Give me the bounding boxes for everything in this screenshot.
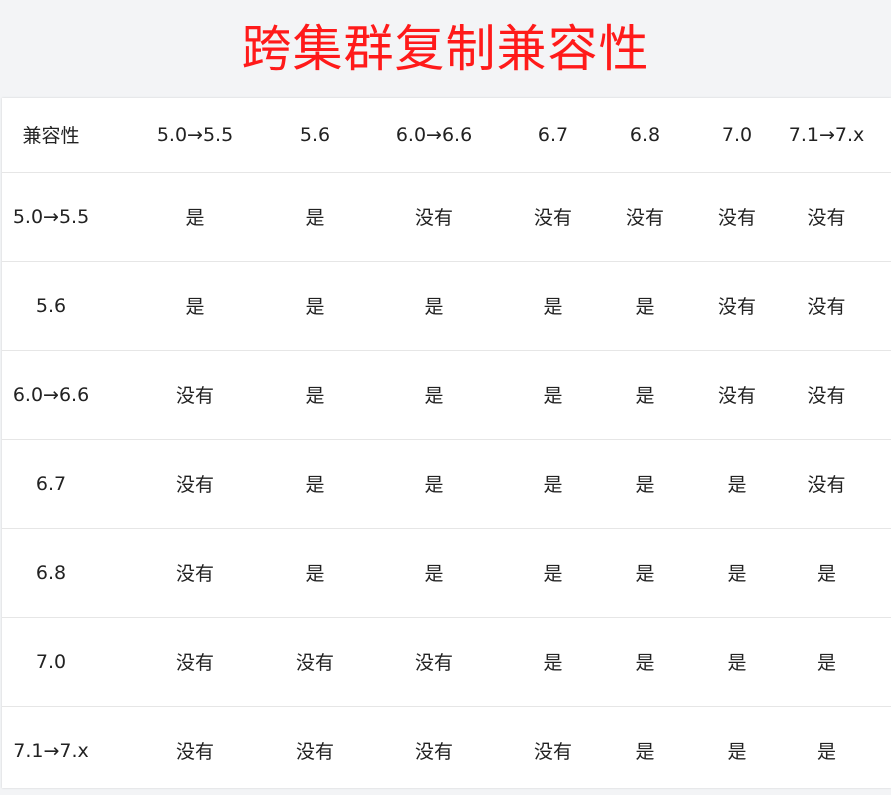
table-row: 7.1→7.x 没有 没有 没有 没有 是 是 是 — [2, 706, 891, 795]
table-cell: 是 — [578, 261, 712, 351]
header-row: 兼容性 5.0→5.5 5.6 6.0→6.6 6.7 6.8 7.0 7.1→… — [2, 98, 891, 173]
table-cell: 是 — [727, 741, 747, 764]
table-cell: 是 — [762, 617, 891, 707]
table-row: 5.6 是 是 是 是 是 没有 没有 — [2, 261, 891, 351]
table-cell: 没有 — [100, 617, 290, 707]
table-cell: 是 — [528, 261, 578, 351]
table-cell: 是 — [528, 617, 578, 707]
table-cell: 是 — [528, 439, 578, 529]
table-cell: 是 — [578, 528, 712, 618]
table-cell: 没有 — [712, 350, 762, 440]
table-cell: 没有 — [712, 172, 762, 262]
title-bar: 跨集群复制兼容性 — [0, 0, 891, 98]
table-cell: 是 — [635, 741, 655, 764]
table-cell: 是 — [578, 617, 712, 707]
table-cell: 是 — [290, 350, 340, 440]
table-row: 7.0 没有 没有 没有 是 是 是 是 — [2, 617, 891, 707]
table-cell: 没有 — [762, 350, 891, 440]
page: 跨集群复制兼容性 兼容性 5.0→5.5 5.6 6.0→6.6 6.7 6.8… — [0, 0, 891, 792]
table-cell: 是 — [340, 261, 528, 351]
compatibility-table: 兼容性 5.0→5.5 5.6 6.0→6.6 6.7 6.8 7.0 7.1→… — [2, 98, 891, 795]
table-cell: 是 — [340, 528, 528, 618]
table-cell: 是 — [578, 439, 712, 529]
table-cell: 是 — [578, 350, 712, 440]
row-header-cell: 7.1→7.x — [13, 739, 89, 762]
table-row: 6.7 没有 是 是 是 是 是 没有 — [2, 439, 891, 529]
table-cell: 没有 — [100, 439, 290, 529]
table-cell: 没有 — [175, 741, 214, 764]
header-cell: 7.0 — [712, 98, 762, 173]
table-cell: 没有 — [528, 172, 578, 262]
table-cell: 没有 — [295, 741, 334, 764]
table-cell: 是 — [528, 528, 578, 618]
header-cell: 兼容性 — [2, 98, 100, 173]
table-cell: 是 — [528, 350, 578, 440]
table-cell: 是 — [100, 261, 290, 351]
table-cell: 没有 — [712, 261, 762, 351]
table-cell: 没有 — [533, 741, 572, 764]
table-cell: 没有 — [100, 528, 290, 618]
table-cell: 没有 — [100, 350, 290, 440]
table-row: 6.0→6.6 没有 是 是 是 是 没有 没有 — [2, 350, 891, 440]
table-cell: 没有 — [762, 439, 891, 529]
row-header-cell: 7.0 — [2, 617, 100, 707]
header-cell: 7.1→7.x — [762, 98, 891, 173]
table-cell: 是 — [290, 172, 340, 262]
row-header-cell: 6.0→6.6 — [2, 350, 100, 440]
table-cell: 没有 — [762, 172, 891, 262]
table-row: 6.8 没有 是 是 是 是 是 是 — [2, 528, 891, 618]
table-cell: 是 — [290, 528, 340, 618]
table-cell: 没有 — [762, 261, 891, 351]
header-cell: 6.0→6.6 — [340, 98, 528, 173]
table-cell: 是 — [340, 350, 528, 440]
table-cell: 是 — [816, 741, 836, 764]
table-cell: 没有 — [340, 172, 528, 262]
row-header-cell: 6.8 — [2, 528, 100, 618]
table-cell: 没有 — [340, 617, 528, 707]
table-cell: 是 — [712, 439, 762, 529]
row-header-cell: 5.0→5.5 — [2, 172, 100, 262]
header-cell: 5.6 — [290, 98, 340, 173]
table-row: 5.0→5.5 是 是 没有 没有 没有 没有 没有 — [2, 172, 891, 262]
compatibility-table-card: 兼容性 5.0→5.5 5.6 6.0→6.6 6.7 6.8 7.0 7.1→… — [2, 98, 891, 788]
row-header-cell: 5.6 — [2, 261, 100, 351]
page-title: 跨集群复制兼容性 — [241, 20, 650, 78]
table-cell: 没有 — [290, 617, 340, 707]
table-cell: 是 — [712, 617, 762, 707]
table-cell: 是 — [100, 172, 290, 262]
header-cell: 5.0→5.5 — [100, 98, 290, 173]
header-cell: 6.7 — [528, 98, 578, 173]
table-cell: 是 — [762, 528, 891, 618]
header-cell: 6.8 — [578, 98, 712, 173]
row-header-cell: 6.7 — [2, 439, 100, 529]
table-cell: 没有 — [578, 172, 712, 262]
table-cell: 是 — [340, 439, 528, 529]
table-cell: 是 — [290, 439, 340, 529]
table-cell: 是 — [290, 261, 340, 351]
table-cell: 没有 — [414, 741, 453, 764]
table-cell: 是 — [712, 528, 762, 618]
